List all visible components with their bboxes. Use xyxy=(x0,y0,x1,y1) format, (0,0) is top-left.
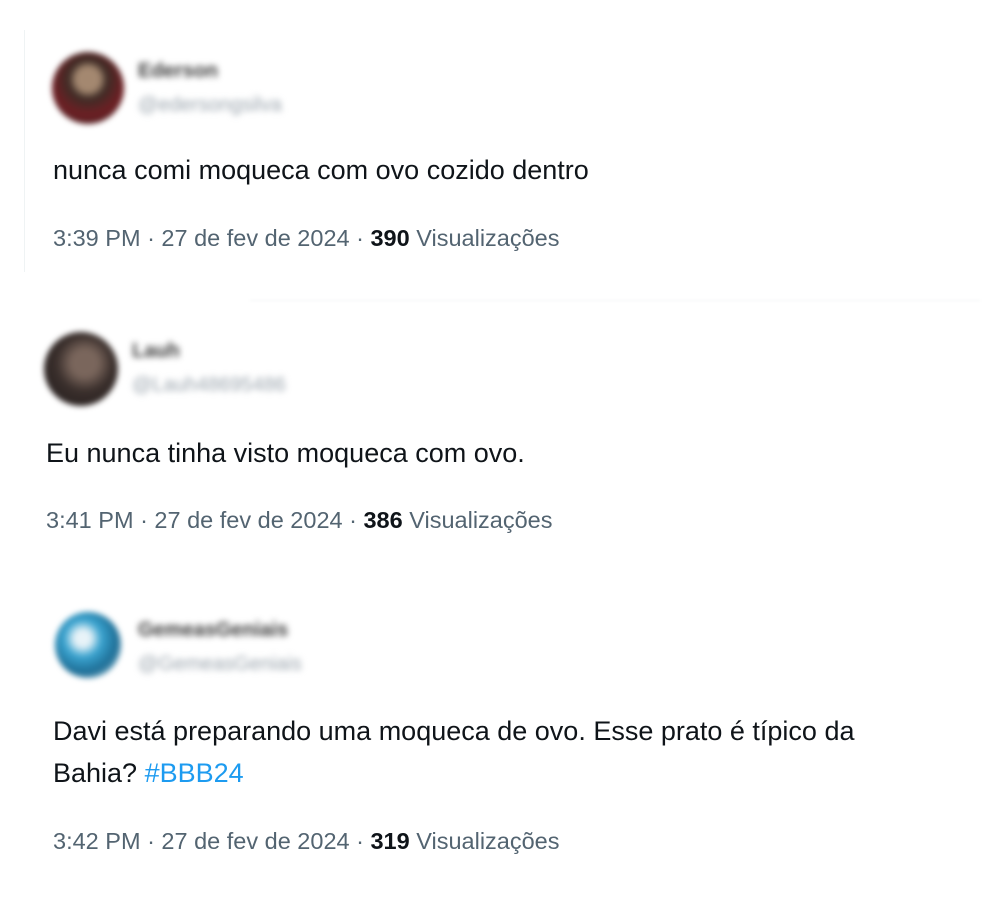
views-count[interactable]: 319 xyxy=(370,828,409,854)
tweet-text: Eu nunca tinha visto moqueca com ovo. xyxy=(46,438,525,468)
separator: · xyxy=(349,507,357,533)
separator: · xyxy=(147,225,155,251)
separator: · xyxy=(356,828,364,854)
author-name[interactable]: GemeasGeniais xyxy=(138,617,302,643)
tweet-1[interactable]: Ederson @edersongsilva nunca comi moquec… xyxy=(0,0,1000,290)
tweet-text: Davi está preparando uma moqueca de ovo.… xyxy=(53,710,854,794)
tweet-meta: 3:39 PM · 27 de fev de 2024 · 390 Visual… xyxy=(53,223,560,253)
tweet-text-line-2: Bahia? #BBB24 xyxy=(53,752,854,794)
author-handle[interactable]: @Lauh48695486 xyxy=(132,372,286,398)
author-handle[interactable]: @GemeasGeniais xyxy=(138,651,302,677)
hashtag-link[interactable]: #BBB24 xyxy=(145,758,244,788)
tweet-date[interactable]: 27 de fev de 2024 xyxy=(161,225,349,251)
tweet-3[interactable]: GemeasGeniais @GemeasGeniais Davi está p… xyxy=(0,580,1000,905)
tweet-meta: 3:41 PM · 27 de fev de 2024 · 386 Visual… xyxy=(46,505,553,535)
views-label[interactable]: Visualizações xyxy=(409,507,552,533)
tweet-meta: 3:42 PM · 27 de fev de 2024 · 319 Visual… xyxy=(53,826,560,856)
author-name[interactable]: Ederson xyxy=(138,58,282,84)
user-info[interactable]: Ederson @edersongsilva xyxy=(138,58,282,118)
tweet-text: nunca comi moqueca com ovo cozido dentro xyxy=(53,155,589,185)
views-label[interactable]: Visualizações xyxy=(416,225,559,251)
tweet-date[interactable]: 27 de fev de 2024 xyxy=(154,507,342,533)
separator: · xyxy=(356,225,364,251)
author-name[interactable]: Lauh xyxy=(132,338,286,364)
author-handle[interactable]: @edersongsilva xyxy=(138,92,282,118)
tweet-time[interactable]: 3:42 PM xyxy=(53,828,141,854)
user-info[interactable]: Lauh @Lauh48695486 xyxy=(132,338,286,398)
tweet-2[interactable]: Lauh @Lauh48695486 Eu nunca tinha visto … xyxy=(0,300,1000,580)
tweet-time[interactable]: 3:41 PM xyxy=(46,507,134,533)
separator: · xyxy=(147,828,155,854)
avatar[interactable] xyxy=(52,52,124,124)
tweet-date[interactable]: 27 de fev de 2024 xyxy=(161,828,349,854)
tweet-text-word: Bahia? xyxy=(53,758,138,788)
tweet-text-line-1: Davi está preparando uma moqueca de ovo.… xyxy=(53,716,855,746)
views-count[interactable]: 390 xyxy=(370,225,409,251)
separator: · xyxy=(140,507,148,533)
avatar[interactable] xyxy=(55,612,121,678)
views-label[interactable]: Visualizações xyxy=(416,828,559,854)
tweet-time[interactable]: 3:39 PM xyxy=(53,225,141,251)
avatar[interactable] xyxy=(44,332,118,406)
user-info[interactable]: GemeasGeniais @GemeasGeniais xyxy=(138,617,302,677)
views-count[interactable]: 386 xyxy=(363,507,402,533)
